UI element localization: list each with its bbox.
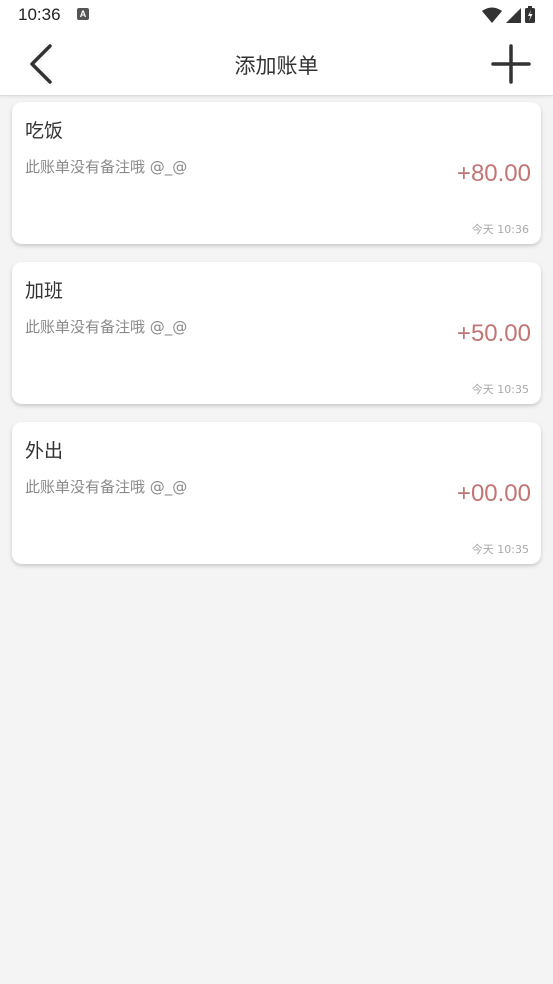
bill-time: 今天 10:36 (471, 223, 529, 236)
bill-list: 吃饭 此账单没有备注哦 @_@ +80.00 今天 10:36 加班 此账单没有… (12, 102, 541, 582)
bill-time: 今天 10:35 (471, 383, 529, 396)
cellular-signal-icon (506, 7, 521, 23)
status-time: 10:36 (18, 5, 61, 24)
app-bar: 添加账单 (0, 30, 553, 96)
a-icon: A (77, 8, 89, 20)
bill-amount: +80.00 (456, 160, 531, 187)
bill-card[interactable]: 加班 此账单没有备注哦 @_@ +50.00 今天 10:35 (12, 262, 541, 404)
bill-amount: +50.00 (456, 320, 531, 347)
bill-note: 此账单没有备注哦 @_@ (25, 478, 188, 496)
bill-time: 今天 10:35 (471, 543, 529, 556)
status-bar: 10:36 A (0, 0, 553, 30)
status-icons (482, 6, 535, 23)
battery-icon (525, 6, 535, 23)
add-bill-button[interactable] (489, 42, 533, 86)
wifi-icon (482, 7, 502, 23)
bill-amount: +00.00 (456, 480, 531, 507)
bill-name: 加班 (25, 280, 64, 302)
bill-note: 此账单没有备注哦 @_@ (25, 318, 188, 336)
bill-note: 此账单没有备注哦 @_@ (25, 158, 188, 176)
bill-name: 吃饭 (25, 120, 64, 142)
bill-card[interactable]: 吃饭 此账单没有备注哦 @_@ +80.00 今天 10:36 (12, 102, 541, 244)
plus-icon (491, 44, 531, 84)
bill-name: 外出 (25, 440, 64, 462)
page-title: 添加账单 (234, 54, 319, 78)
bill-card[interactable]: 外出 此账单没有备注哦 @_@ +00.00 今天 10:35 (12, 422, 541, 564)
